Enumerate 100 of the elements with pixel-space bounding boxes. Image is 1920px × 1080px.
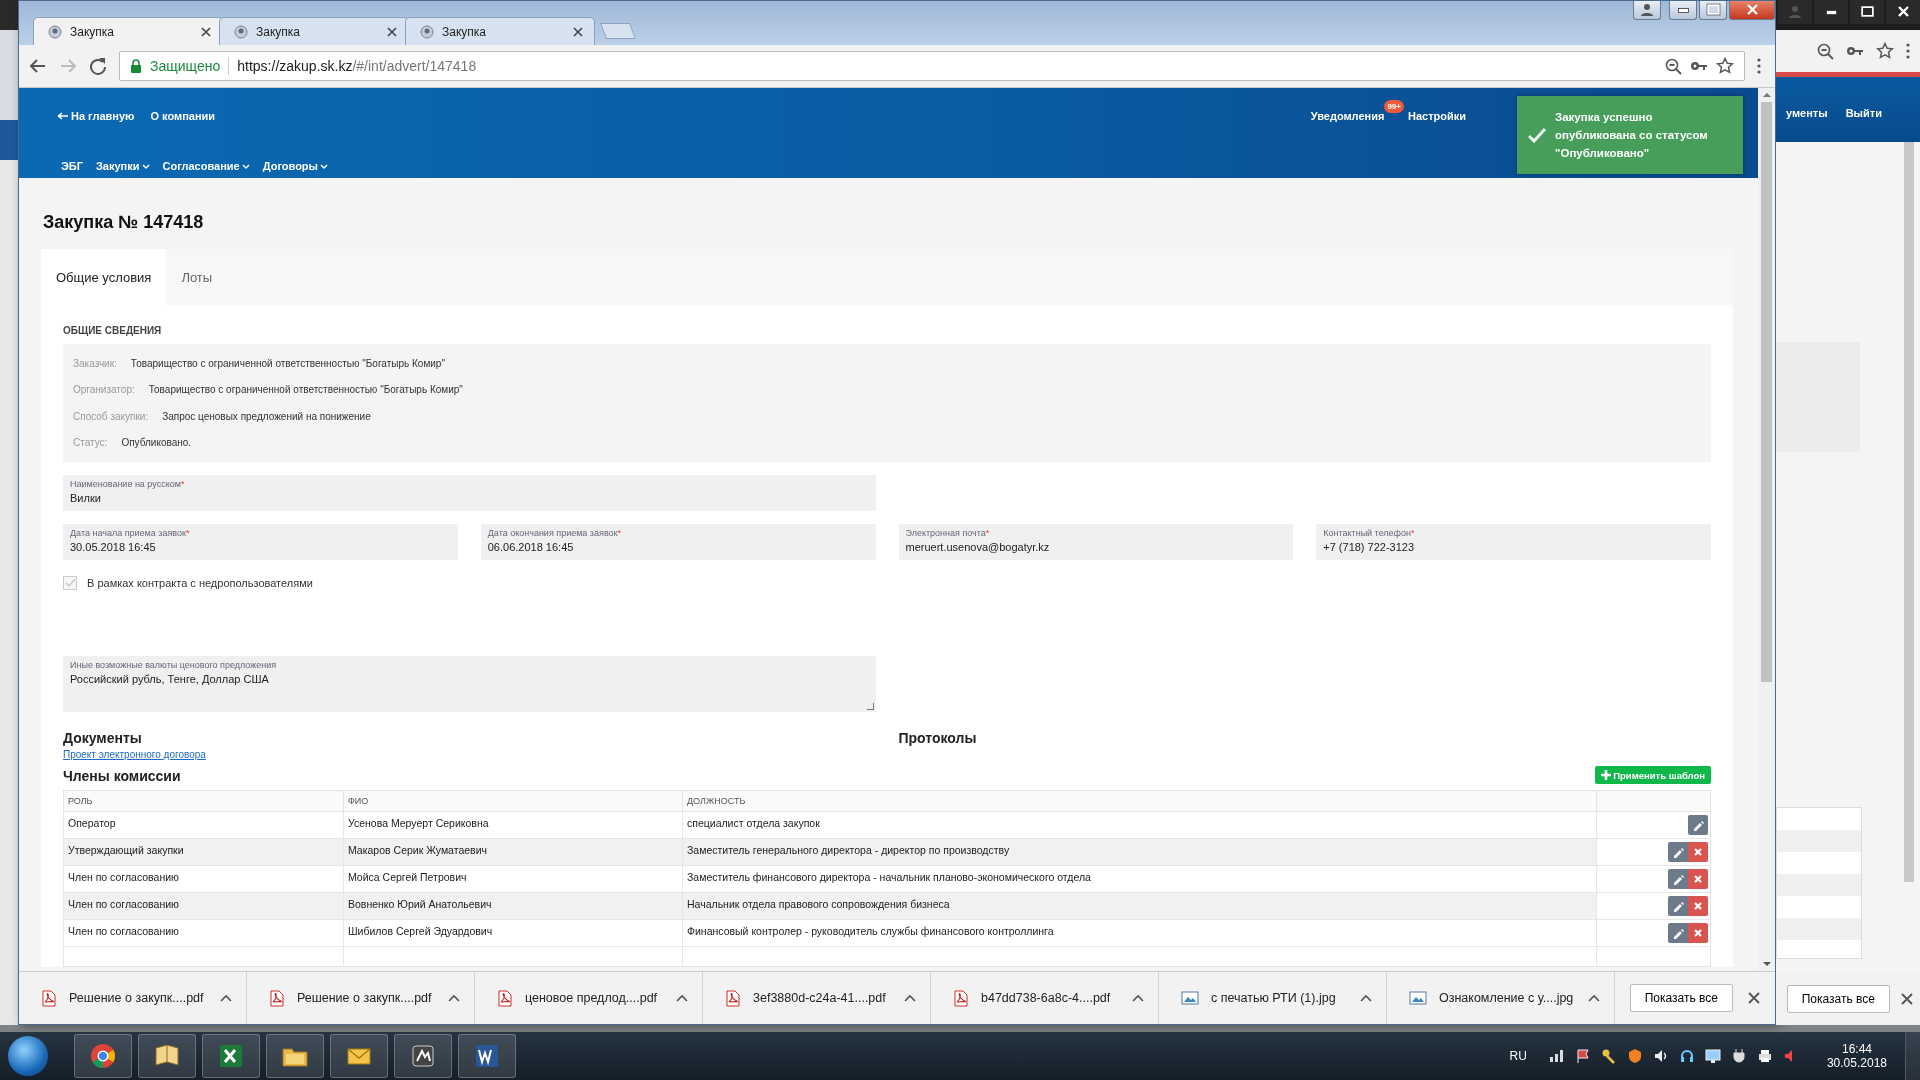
show-all-button[interactable]: Показать все [1786, 985, 1890, 1013]
download-item[interactable]: с печатью РТИ (1).jpg [1159, 972, 1387, 1024]
clock-date[interactable]: 30.05.2018 [1826, 1056, 1887, 1070]
address-bar[interactable]: Защищено https://zakup.sk.kz/#/int/advert/147418 [119, 51, 1745, 81]
zoom-icon[interactable] [1817, 42, 1834, 60]
resize-handle[interactable] [866, 703, 874, 710]
delete-icon [1692, 900, 1704, 912]
close-icon[interactable] [1900, 992, 1914, 1006]
tab[interactable]: Лоты [166, 249, 228, 305]
input-field[interactable]: Дата окончания приема заявок* 06.06.2018 16:45 [480, 524, 876, 560]
field-value: Российский рубль, Тенге, Доллар США [70, 673, 270, 685]
browser-tab[interactable]: Закупка [405, 17, 595, 45]
user-link[interactable]: Выйти [1845, 84, 1882, 142]
chevron-up-icon[interactable] [448, 993, 460, 1003]
headset-icon[interactable] [1678, 1048, 1695, 1064]
monitor-icon[interactable] [1704, 1048, 1721, 1064]
close-icon[interactable] [386, 25, 398, 38]
vertical-scrollbar[interactable] [1758, 88, 1775, 971]
close-button[interactable] [1729, 1, 1775, 20]
menu-icon[interactable] [1906, 42, 1910, 60]
input-field[interactable]: Контактный телефон* +7 (718) 722-3123 [1316, 524, 1711, 560]
flag-icon[interactable] [1574, 1048, 1591, 1064]
scrollbar-thumb[interactable] [1761, 102, 1772, 682]
edit-button[interactable] [1668, 896, 1688, 916]
text-area[interactable]: Иные возможные валюты ценового предложения Российский рубль, Тенге, Доллар США [63, 656, 876, 712]
printer-icon[interactable] [1756, 1048, 1773, 1064]
download-item[interactable]: ценовое предлод....pdf [475, 972, 703, 1024]
chevron-up-icon[interactable] [1588, 993, 1600, 1003]
input-field[interactable]: Наименование на русском* Вилки [63, 475, 876, 511]
plug-icon[interactable] [1730, 1048, 1747, 1064]
delete-button[interactable] [1688, 896, 1708, 916]
edit-button[interactable] [1688, 815, 1708, 835]
delete-button[interactable] [1688, 869, 1708, 889]
scroll-down-icon[interactable] [1761, 960, 1772, 968]
input-field[interactable]: Электронная почта* meruert.usenova@bogatyr.kz [898, 524, 1294, 560]
maximize-icon[interactable] [1859, 4, 1875, 20]
download-item[interactable]: Решение о закупк....pdf [247, 972, 475, 1024]
edit-button[interactable] [1668, 869, 1688, 889]
chevron-up-icon[interactable] [1360, 993, 1372, 1003]
taskbar-button[interactable] [138, 1034, 196, 1078]
menu-icon[interactable] [1757, 57, 1761, 75]
language-indicator[interactable]: RU [1509, 1049, 1527, 1063]
show-all-button[interactable]: Показать все [1629, 984, 1733, 1012]
download-item[interactable]: Решение о закупк....pdf [19, 972, 247, 1024]
chevron-up-icon[interactable] [676, 993, 688, 1003]
shield-icon[interactable] [1626, 1048, 1643, 1064]
back-icon[interactable] [29, 57, 47, 75]
close-icon[interactable] [200, 25, 212, 38]
tab[interactable]: Общие условия [41, 249, 167, 305]
table-cell: Шибилов Сергей Эдуардович [343, 919, 683, 947]
speaker-icon[interactable] [1652, 1048, 1669, 1064]
taskbar-button[interactable] [330, 1034, 388, 1078]
taskbar-button[interactable] [458, 1034, 516, 1078]
vertical-scrollbar[interactable] [1904, 142, 1914, 882]
network-icon[interactable] [1548, 1048, 1565, 1064]
close-icon[interactable] [572, 25, 584, 38]
star-icon[interactable] [1716, 57, 1734, 75]
profile-button[interactable] [1633, 1, 1661, 20]
key-icon[interactable] [1600, 1048, 1617, 1064]
field-value: 30.05.2018 16:45 [70, 541, 157, 553]
download-item[interactable]: 3ef3880d-c24a-41....pdf [703, 972, 931, 1024]
download-item[interactable]: Ознакомление с у....jpg [1387, 972, 1615, 1024]
nav-link[interactable]: О компании [150, 110, 216, 122]
taskbar-button[interactable] [266, 1034, 324, 1078]
taskbar-button[interactable] [74, 1034, 132, 1078]
start-button[interactable] [8, 1036, 48, 1076]
taskbar-button[interactable] [202, 1034, 260, 1078]
user-link[interactable]: Уведомления [1310, 110, 1385, 122]
user-link[interactable]: ументы [1786, 84, 1828, 142]
chevron-up-icon[interactable] [1132, 993, 1144, 1003]
user-link[interactable]: Настройки [1407, 110, 1466, 122]
taskbar-button[interactable] [394, 1034, 452, 1078]
edit-button[interactable] [1668, 923, 1688, 943]
chevron-up-icon[interactable] [904, 993, 916, 1003]
maximize-button[interactable] [1699, 1, 1727, 20]
clock-time[interactable]: 16:44 [1841, 1042, 1872, 1056]
nav-link[interactable]: На главную [57, 110, 135, 122]
reload-icon[interactable] [89, 57, 107, 75]
close-icon[interactable] [1747, 991, 1761, 1005]
delete-button[interactable] [1688, 923, 1708, 943]
field-label: Дата начала приема заявок* [70, 528, 191, 538]
nav-menu-item[interactable]: Договоры [262, 160, 328, 172]
site-icon [48, 24, 62, 39]
input-field[interactable]: Дата начала приема заявок* 30.05.2018 16:45 [63, 524, 458, 560]
user-icon [1639, 2, 1655, 18]
document-link[interactable]: Проект электронного договора [63, 749, 206, 760]
chevron-up-icon[interactable] [220, 993, 232, 1003]
zoom-icon[interactable] [1665, 57, 1682, 75]
lock-icon [130, 58, 142, 74]
star-icon[interactable] [1876, 42, 1894, 60]
nav-menu-item[interactable]: Согласование [162, 160, 250, 172]
nav-menu-item[interactable]: Закупки [95, 160, 150, 172]
pdf-file-icon [953, 989, 969, 1007]
edit-button[interactable] [1668, 842, 1688, 862]
delete-button[interactable] [1688, 842, 1708, 862]
nav-menu-item[interactable]: ЭБГ [61, 160, 83, 172]
minimize-icon[interactable] [1825, 9, 1837, 15]
scroll-up-icon[interactable] [1761, 91, 1772, 99]
minimize-button[interactable] [1669, 1, 1697, 20]
download-item[interactable]: b47dd738-6a8c-4....pdf [931, 972, 1159, 1024]
